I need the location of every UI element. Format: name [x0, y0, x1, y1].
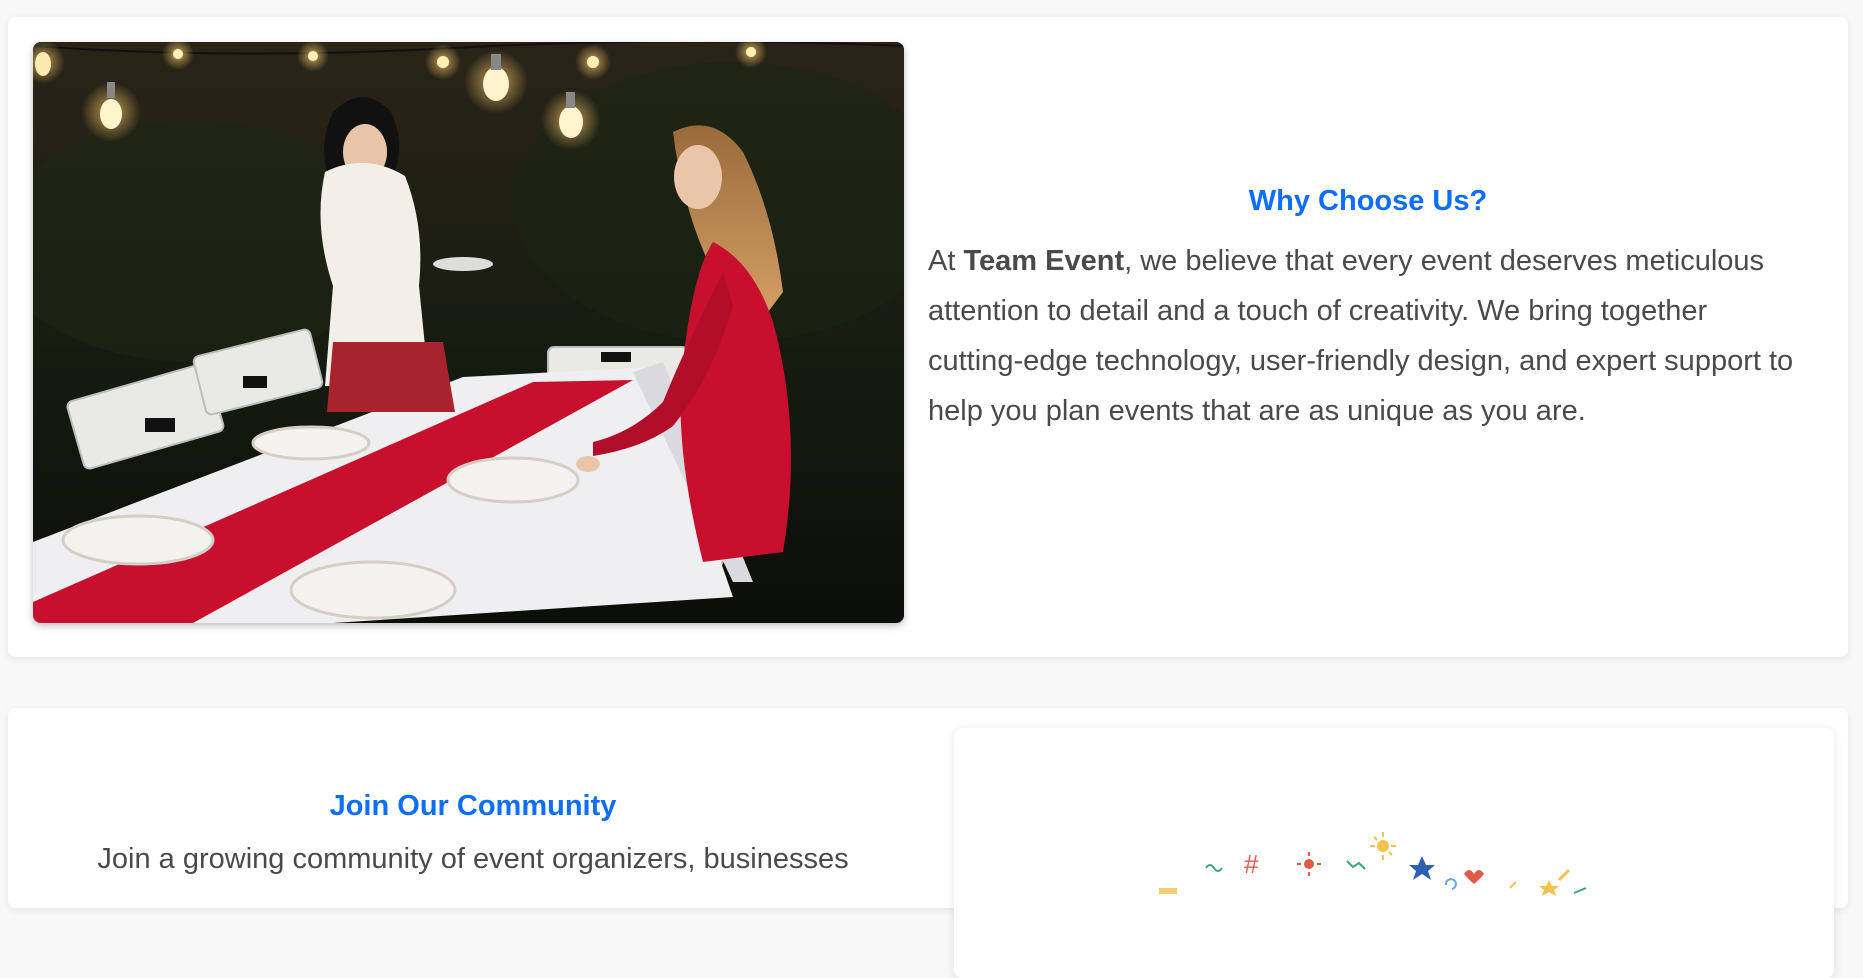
event-photo — [33, 42, 904, 623]
why-choose-us-content: Why Choose Us? At Team Event, we believe… — [928, 185, 1808, 436]
para-prefix: At — [928, 245, 964, 277]
confetti-illustration: # — [954, 728, 1834, 978]
svg-text:#: # — [1244, 849, 1259, 879]
join-community-content: Join Our Community Join a growing commun… — [58, 790, 888, 879]
join-community-paragraph: Join a growing community of event organi… — [97, 843, 849, 875]
join-community-title: Join Our Community — [329, 790, 617, 822]
confetti-doodles: # — [1159, 832, 1587, 896]
why-choose-us-paragraph: At Team Event, we believe that every eve… — [928, 236, 1808, 436]
join-community-card: Join Our Community Join a growing commun… — [8, 708, 1848, 978]
why-choose-us-title: Why Choose Us? — [1248, 185, 1488, 217]
brand-name: Team Event — [963, 245, 1125, 277]
why-choose-us-card: Why Choose Us? At Team Event, we believe… — [8, 17, 1848, 657]
